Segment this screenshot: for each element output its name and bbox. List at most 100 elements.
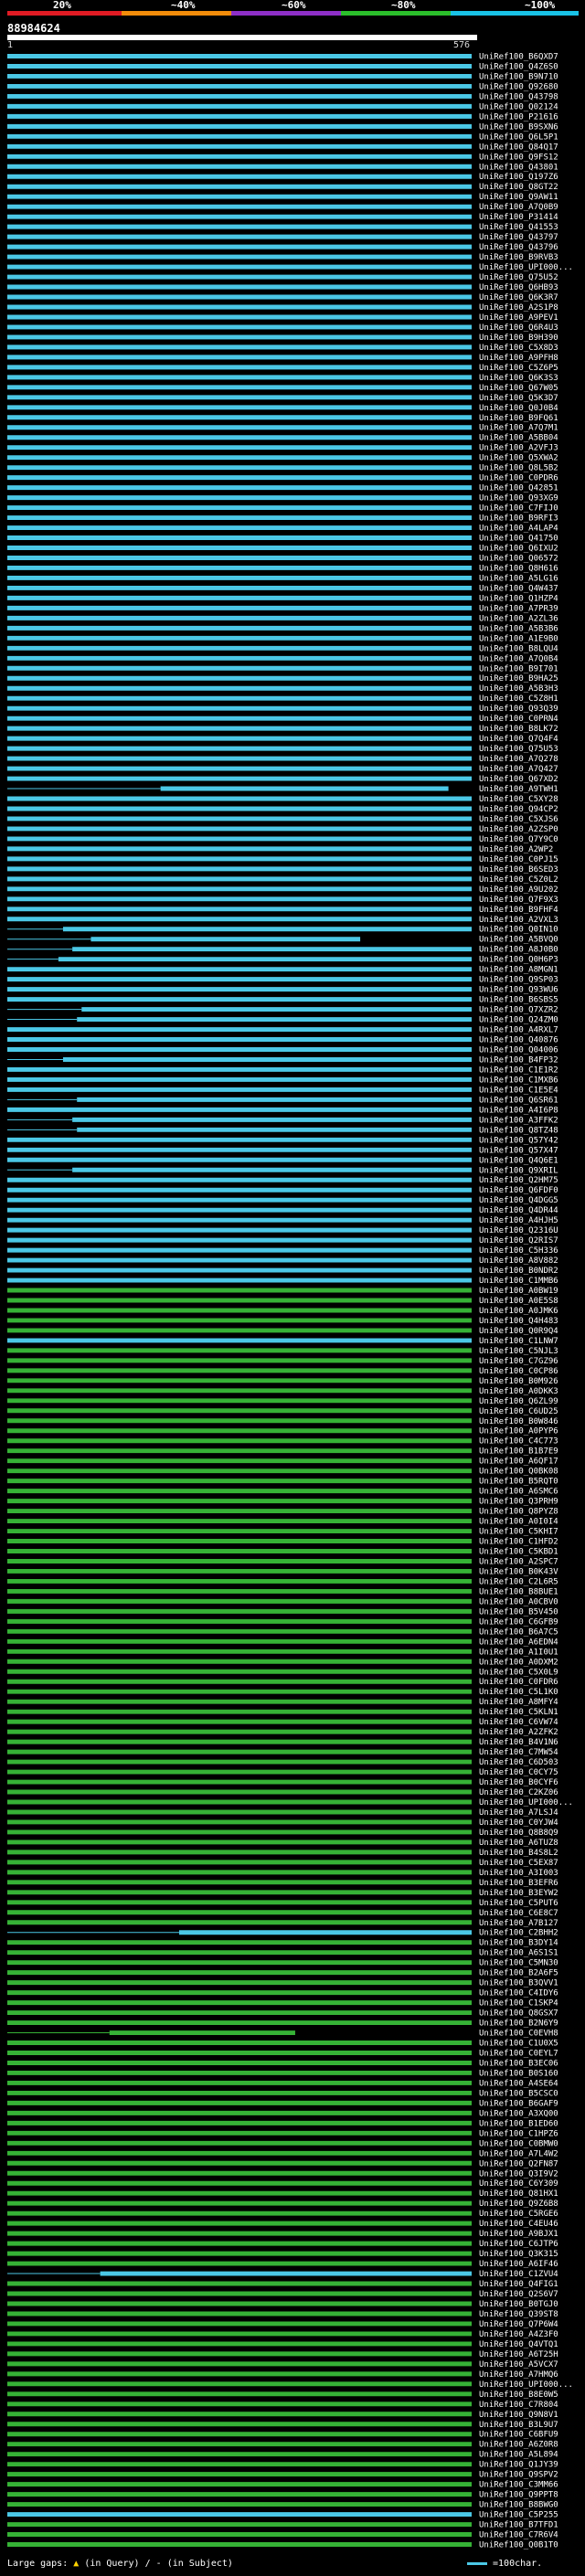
hit-label[interactable]: UniRef100_A7Q0B4	[479, 654, 558, 663]
hit-label[interactable]: UniRef100_Q93Q39	[479, 705, 558, 714]
hit-label[interactable]: UniRef100_Q0BK08	[479, 1468, 558, 1477]
hit-label[interactable]: UniRef100_C5X8D3	[479, 344, 558, 353]
hit-label[interactable]: UniRef100_A8MGN1	[479, 966, 558, 975]
hit-label[interactable]: UniRef100_B0W846	[479, 1417, 558, 1426]
hit-label[interactable]: UniRef100_B5RQT0	[479, 1478, 558, 1487]
hit-label[interactable]: UniRef100_C7GZ96	[479, 1357, 558, 1366]
hit-label[interactable]: UniRef100_Q67XD2	[479, 775, 558, 784]
hit-label[interactable]: UniRef100_Q7XZR2	[479, 1006, 558, 1015]
hit-label[interactable]: UniRef100_C5RGE6	[479, 2210, 558, 2219]
hit-label[interactable]: UniRef100_Q8GT22	[479, 183, 558, 192]
hit-label[interactable]: UniRef100_Q43801	[479, 163, 558, 172]
hit-label[interactable]: UniRef100_P21616	[479, 112, 558, 122]
hit-label[interactable]: UniRef100_Q3I9V2	[479, 2169, 558, 2178]
hit-label[interactable]: UniRef100_B3DY14	[479, 1939, 558, 1948]
hit-label[interactable]: UniRef100_A0I0I4	[479, 1518, 558, 1527]
hit-label[interactable]: UniRef100_C5PUT6	[479, 1899, 558, 1908]
hit-label[interactable]: UniRef100_C5KHI7	[479, 1528, 558, 1537]
hit-label[interactable]: UniRef100_C7R6V4	[479, 2531, 558, 2540]
hit-label[interactable]: UniRef100_P31414	[479, 213, 558, 222]
hit-label[interactable]: UniRef100_B3EC06	[479, 2059, 558, 2068]
hit-label[interactable]: UniRef100_C5X0L9	[479, 1668, 558, 1677]
hit-label[interactable]: UniRef100_Q8H616	[479, 564, 558, 573]
hit-label[interactable]: UniRef100_C5XJS6	[479, 815, 558, 824]
hit-label[interactable]: UniRef100_B0K43V	[479, 1567, 558, 1576]
hit-label[interactable]: UniRef100_B6QXD7	[479, 52, 558, 61]
hit-label[interactable]: UniRef100_Q4Z6S0	[479, 62, 558, 71]
hit-label[interactable]: UniRef100_A2ZSP0	[479, 825, 558, 834]
hit-label[interactable]: UniRef100_B5V450	[479, 1607, 558, 1617]
hit-label[interactable]: UniRef100_Q197Z6	[479, 173, 558, 182]
hit-label[interactable]: UniRef100_C4EU46	[479, 2220, 558, 2229]
hit-label[interactable]: UniRef100_Q4H483	[479, 1317, 558, 1326]
hit-label[interactable]: UniRef100_Q43798	[479, 92, 558, 101]
hit-label[interactable]: UniRef100_Q8TZ48	[479, 1126, 558, 1135]
hit-label[interactable]: UniRef100_C6D503	[479, 1758, 558, 1767]
hit-label[interactable]: UniRef100_B3EFR6	[479, 1879, 558, 1888]
hit-label[interactable]: UniRef100_Q2316U	[479, 1226, 558, 1235]
hit-label[interactable]: UniRef100_Q41750	[479, 535, 558, 544]
hit-label[interactable]: UniRef100_Q93XG9	[479, 494, 558, 504]
hit-label[interactable]: UniRef100_A5BVQ0	[479, 936, 558, 945]
hit-label[interactable]: UniRef100_A8V882	[479, 1256, 558, 1266]
hit-label[interactable]: UniRef100_C1HFD2	[479, 1538, 558, 1547]
hit-label[interactable]: UniRef100_Q0R9Q4	[479, 1327, 558, 1336]
hit-label[interactable]: UniRef100_Q9SPV2	[479, 2471, 558, 2480]
hit-label[interactable]: UniRef100_A2VXL3	[479, 916, 558, 925]
hit-label[interactable]: UniRef100_Q6K3S3	[479, 374, 558, 383]
hit-label[interactable]: UniRef100_A2ZFK2	[479, 1728, 558, 1737]
hit-label[interactable]: UniRef100_A8MFY4	[479, 1698, 558, 1707]
hit-label[interactable]: UniRef100_C7FIJ0	[479, 504, 558, 514]
hit-label[interactable]: UniRef100_Q02124	[479, 102, 558, 111]
hit-label[interactable]: UniRef100_A9BJX1	[479, 2230, 558, 2239]
hit-label[interactable]: UniRef100_C5P255	[479, 2511, 558, 2520]
hit-label[interactable]: UniRef100_Q5K3D7	[479, 394, 558, 403]
hit-label[interactable]: UniRef100_A2SPC7	[479, 1557, 558, 1566]
hit-label[interactable]: UniRef100_Q57Y42	[479, 1136, 558, 1145]
hit-label[interactable]: UniRef100_C1E5E4	[479, 1086, 558, 1095]
hit-label[interactable]: UniRef100_Q7Q4F4	[479, 735, 558, 744]
hit-label[interactable]: UniRef100_A7B127	[479, 1919, 558, 1928]
hit-label[interactable]: UniRef100_B9SXN6	[479, 122, 558, 132]
hit-label[interactable]: UniRef100_C7R804	[479, 2401, 558, 2410]
hit-label[interactable]: UniRef100_Q43797	[479, 233, 558, 242]
hit-label[interactable]: UniRef100_C5KBD1	[479, 1547, 558, 1556]
hit-label[interactable]: UniRef100_C4C773	[479, 1437, 558, 1447]
hit-label[interactable]: UniRef100_Q6IXU2	[479, 545, 558, 554]
hit-label[interactable]: UniRef100_Q4DGG5	[479, 1196, 558, 1205]
hit-label[interactable]: UniRef100_B8LQU4	[479, 644, 558, 653]
hit-label[interactable]: UniRef100_B9FQ61	[479, 414, 558, 423]
hit-label[interactable]: UniRef100_A0PYP6	[479, 1427, 558, 1436]
hit-label[interactable]: UniRef100_Q57X47	[479, 1146, 558, 1155]
hit-label[interactable]: UniRef100_Q4W437	[479, 584, 558, 593]
hit-label[interactable]: UniRef100_Q67W05	[479, 384, 558, 393]
hit-label[interactable]: UniRef100_B1ED60	[479, 2119, 558, 2128]
hit-label[interactable]: UniRef100_B2A6F5	[479, 1969, 558, 1978]
hit-label[interactable]: UniRef100_C1LNW7	[479, 1337, 558, 1346]
hit-label[interactable]: UniRef100_A1I0U1	[479, 1648, 558, 1657]
hit-label[interactable]: UniRef100_B9FHF4	[479, 906, 558, 915]
hit-label[interactable]: UniRef100_Q06572	[479, 554, 558, 563]
hit-label[interactable]: UniRef100_C1ZVU4	[479, 2270, 558, 2279]
hit-label[interactable]: UniRef100_Q9FS12	[479, 153, 558, 162]
hit-label[interactable]: UniRef100_C5Z0L2	[479, 875, 558, 885]
hit-label[interactable]: UniRef100_A6T25H	[479, 2350, 558, 2359]
hit-label[interactable]: UniRef100_B2N6Y9	[479, 2019, 558, 2029]
hit-label[interactable]: UniRef100_C0EVH8	[479, 2030, 558, 2039]
hit-label[interactable]: UniRef100_B6A7C5	[479, 1627, 558, 1637]
hit-label[interactable]: UniRef100_A0JMK6	[479, 1307, 558, 1316]
hit-label[interactable]: UniRef100_C5Z6P5	[479, 364, 558, 373]
hit-label[interactable]: UniRef100_C5NJL3	[479, 1347, 558, 1356]
hit-label[interactable]: UniRef100_A6QF17	[479, 1458, 558, 1467]
hit-label[interactable]: UniRef100_Q9AW11	[479, 193, 558, 202]
hit-label[interactable]: UniRef100_B8E0W5	[479, 2390, 558, 2400]
hit-label[interactable]: UniRef100_Q7F9X3	[479, 896, 558, 905]
hit-label[interactable]: UniRef100_Q2FN87	[479, 2159, 558, 2168]
hit-label[interactable]: UniRef100_A0BW19	[479, 1287, 558, 1296]
hit-label[interactable]: UniRef100_A0DKK3	[479, 1387, 558, 1396]
hit-label[interactable]: UniRef100_Q81HX1	[479, 2189, 558, 2199]
hit-label[interactable]: UniRef100_A9U202	[479, 885, 558, 895]
hit-label[interactable]: UniRef100_A5L894	[479, 2451, 558, 2460]
hit-label[interactable]: UniRef100_C3MM66	[479, 2481, 558, 2490]
hit-label[interactable]: UniRef100_Q0H6P3	[479, 956, 558, 965]
